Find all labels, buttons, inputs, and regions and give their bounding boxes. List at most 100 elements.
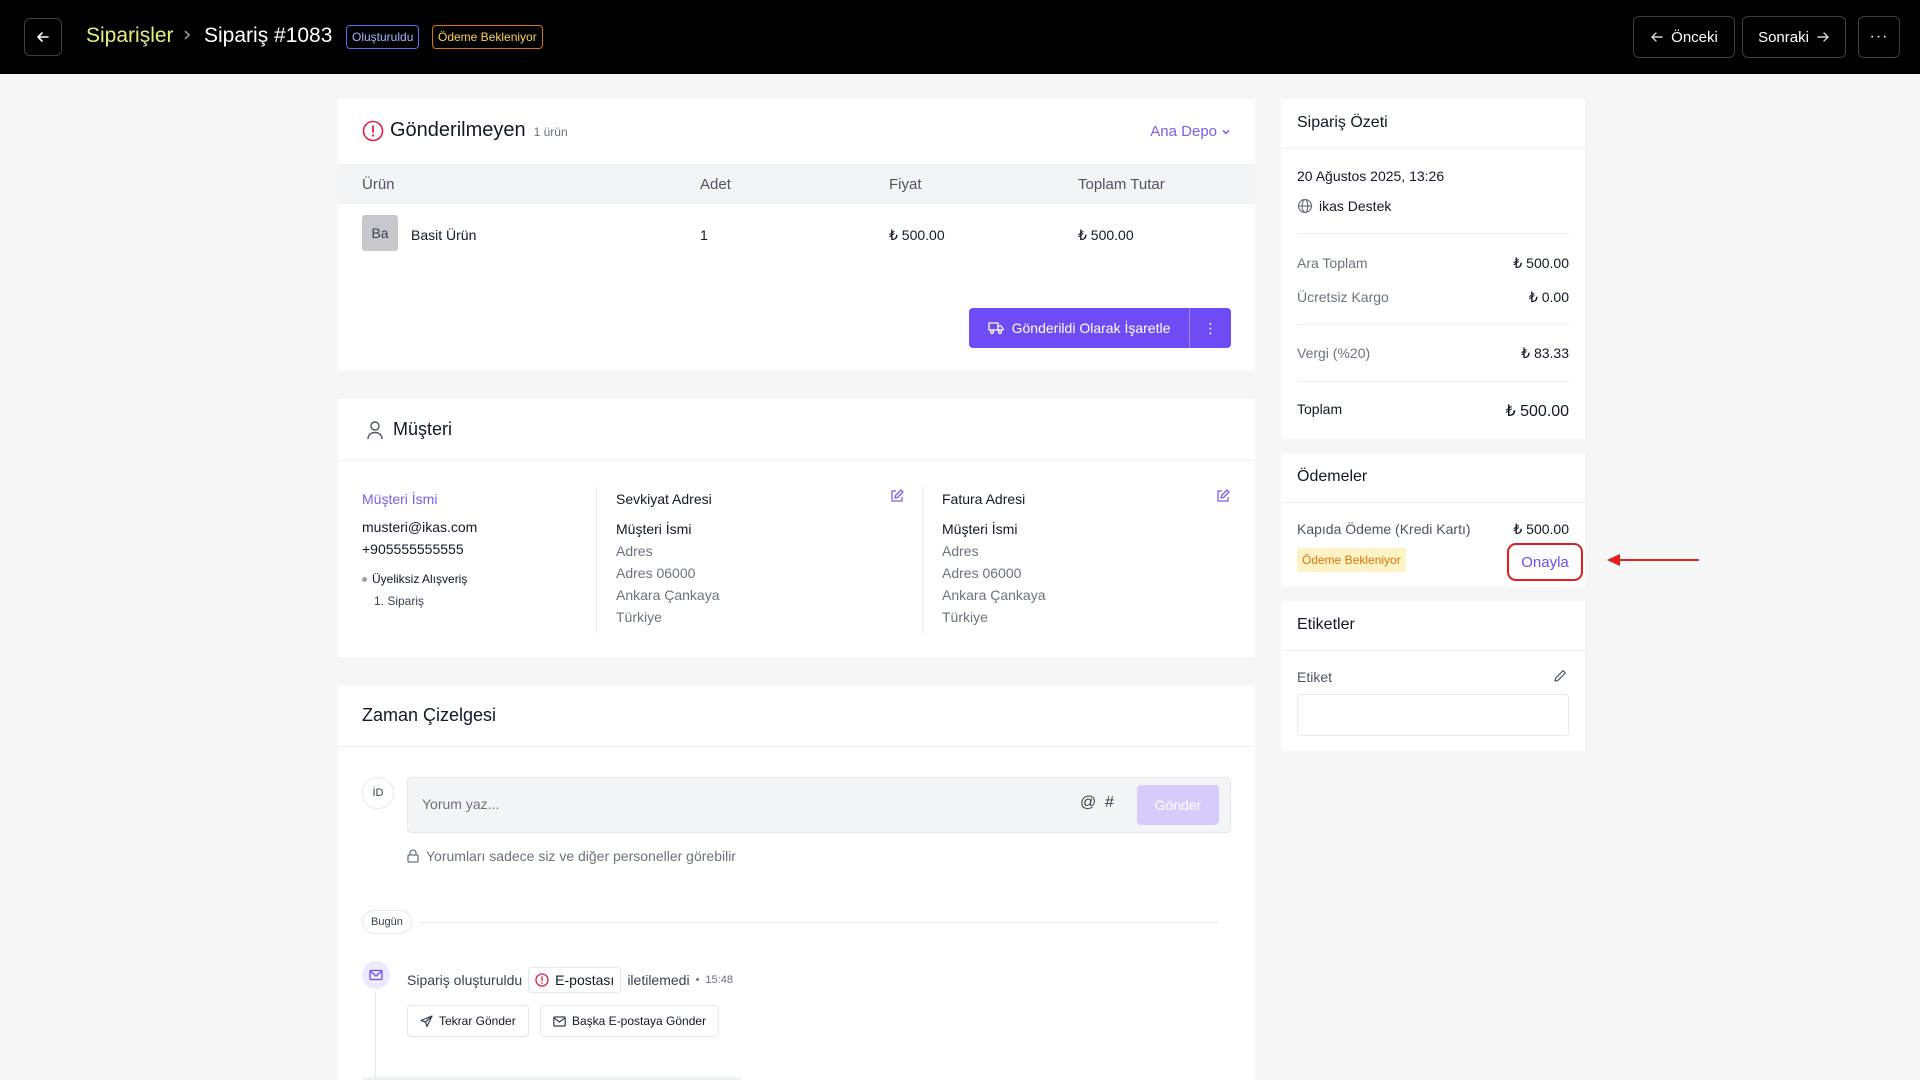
order-count: 1. Sipariş: [374, 594, 425, 608]
unshipped-items-card: Gönderilmeyen 1 ürün Ana Depo Ürün Adet …: [338, 99, 1255, 371]
divider: [1297, 324, 1569, 325]
total-row: Toplam ₺ 500.00: [1297, 401, 1569, 421]
edit-shipping-address-icon[interactable]: [890, 489, 904, 503]
privacy-text: Yorumları sadece siz ve diğer personelle…: [426, 848, 736, 864]
payment-status-badge: Ödeme Bekleniyor: [1297, 548, 1406, 572]
arrow-right-icon: [1817, 32, 1829, 42]
divider: [1297, 233, 1569, 234]
payment-method: Kapıda Ödeme (Kredi Kartı): [1297, 521, 1471, 537]
product-price: ₺ 500.00: [889, 227, 945, 243]
tags-card: Etiketler Etiket: [1281, 601, 1585, 751]
globe-icon: [1297, 198, 1313, 214]
shipping-address: Sevkiyat Adresi Müşteri İsmi Adres Adres…: [616, 488, 720, 628]
table-header: Ürün Adet Fiyat Toplam Tutar: [338, 164, 1255, 204]
page-title: Sipariş #1083: [204, 24, 333, 47]
order-summary-title: Sipariş Özeti: [1297, 114, 1388, 131]
send-other-email-label: Başka E-postaya Gönder: [572, 1014, 707, 1028]
more-actions-button[interactable]: ···: [1858, 16, 1900, 58]
breadcrumb-orders-link[interactable]: Siparişler: [86, 24, 174, 48]
top-bar: Siparişler Sipariş #1083 Oluşturuldu Öde…: [0, 0, 1920, 74]
mark-shipped-button[interactable]: Gönderildi Olarak İşaretle: [969, 308, 1190, 348]
mark-shipped-more-button[interactable]: ⋮: [1190, 308, 1231, 348]
tags-header: Etiketler: [1281, 601, 1585, 651]
column-divider: [922, 485, 923, 635]
avatar: İD: [362, 777, 394, 809]
mail-icon: [369, 969, 383, 981]
billing-name: Müşteri İsmi: [942, 521, 1018, 537]
previous-label: Önceki: [1671, 28, 1718, 46]
privacy-note: Yorumları sadece siz ve diğer personelle…: [407, 848, 736, 864]
payments-card: Ödemeler Kapıda Ödeme (Kredi Kartı) ₺ 50…: [1281, 453, 1585, 587]
truck-icon: [987, 322, 1004, 335]
order-source: ikas Destek: [1297, 198, 1391, 214]
tag-label: Etiket: [1297, 669, 1333, 685]
payment-row: Kapıda Ödeme (Kredi Kartı) ₺ 500.00: [1297, 521, 1569, 538]
pencil-icon[interactable]: [1553, 669, 1567, 683]
product-total: ₺ 500.00: [1078, 227, 1134, 243]
shipping-address-title: Sevkiyat Adresi: [616, 491, 712, 507]
send-comment-button[interactable]: Gönder: [1137, 785, 1219, 825]
customer-phone: +905555555555: [362, 541, 464, 557]
shipping-row: Ücretsiz Kargo ₺ 0.00: [1297, 289, 1569, 306]
send-icon: [420, 1014, 433, 1027]
column-divider: [596, 485, 597, 635]
unshipped-title: Gönderilmeyen: [390, 119, 526, 141]
shipping-name: Müşteri İsmi: [616, 521, 692, 537]
product-name[interactable]: Basit Ürün: [411, 227, 476, 243]
payment-amount: ₺ 500.00: [1513, 521, 1569, 537]
column-header-price: Fiyat: [889, 176, 922, 193]
resend-button[interactable]: Tekrar Gönder: [407, 1005, 529, 1037]
event-icon: [362, 961, 390, 989]
tags-title: Etiketler: [1297, 616, 1355, 633]
hashtag-button[interactable]: #: [1105, 794, 1114, 812]
comment-input[interactable]: [422, 796, 1022, 812]
shipping-line-3: Ankara Çankaya: [616, 587, 720, 603]
shipping-line-4: Türkiye: [616, 609, 662, 625]
shipping-line-2: Adres 06000: [616, 565, 696, 581]
order-summary-card: Sipariş Özeti 20 Ağustos 2025, 13:26 ika…: [1281, 99, 1585, 439]
mark-shipped-button-group: Gönderildi Olarak İşaretle ⋮: [969, 308, 1231, 348]
resend-label: Tekrar Gönder: [439, 1014, 516, 1028]
approve-payment-button[interactable]: Onayla: [1507, 543, 1583, 581]
back-button[interactable]: [24, 18, 62, 56]
billing-line-2: Adres 06000: [942, 565, 1022, 581]
mention-button[interactable]: @: [1080, 794, 1096, 812]
next-order-button[interactable]: Sonraki: [1742, 16, 1846, 58]
previous-order-button[interactable]: Önceki: [1633, 16, 1735, 58]
edit-billing-address-icon[interactable]: [1216, 489, 1230, 503]
annotation-arrow-icon: [1607, 554, 1699, 566]
billing-line-3: Ankara Çankaya: [942, 587, 1046, 603]
tax-label: Vergi (%20): [1297, 345, 1371, 361]
order-source-label: ikas Destek: [1319, 198, 1392, 214]
arrow-left-icon: [1651, 32, 1663, 42]
event-time: 15:48: [705, 974, 733, 986]
total-label: Toplam: [1297, 401, 1343, 417]
customer-name-link[interactable]: Müşteri İsmi: [362, 488, 477, 510]
ellipsis-icon: ···: [1869, 28, 1889, 45]
send-other-email-button[interactable]: Başka E-postaya Gönder: [540, 1005, 720, 1037]
column-header-quantity: Adet: [700, 176, 731, 193]
vertical-ellipsis-icon: ⋮: [1203, 319, 1218, 336]
status-badge-created: Oluşturuldu: [346, 25, 420, 49]
email-chip[interactable]: E-postası: [528, 967, 622, 993]
shipping-value: ₺ 0.00: [1528, 289, 1569, 305]
event-status: iletilemedi: [627, 972, 690, 988]
product-thumbnail: Ba: [362, 215, 398, 251]
warehouse-label: Ana Depo: [1150, 123, 1217, 140]
subtotal-value: ₺ 500.00: [1513, 255, 1569, 271]
mail-icon: [553, 1015, 566, 1027]
payments-title: Ödemeler: [1297, 468, 1368, 485]
alert-circle-icon: [535, 973, 549, 987]
billing-line-1: Adres: [942, 543, 979, 559]
arrow-left-icon: [37, 32, 49, 42]
customer-card-header: Müşteri: [338, 399, 1255, 461]
unshipped-count: 1 ürün: [533, 125, 568, 139]
tag-input[interactable]: [1297, 694, 1569, 736]
column-header-total: Toplam Tutar: [1078, 176, 1165, 193]
email-chip-label: E-postası: [555, 972, 615, 988]
warehouse-selector[interactable]: Ana Depo: [1150, 123, 1231, 140]
order-date: 20 Ağustos 2025, 13:26: [1297, 168, 1445, 184]
status-badge-payment-pending: Ödeme Bekleniyor: [432, 25, 543, 49]
customer-email: musteri@ikas.com: [362, 519, 478, 535]
user-icon: [367, 421, 383, 440]
